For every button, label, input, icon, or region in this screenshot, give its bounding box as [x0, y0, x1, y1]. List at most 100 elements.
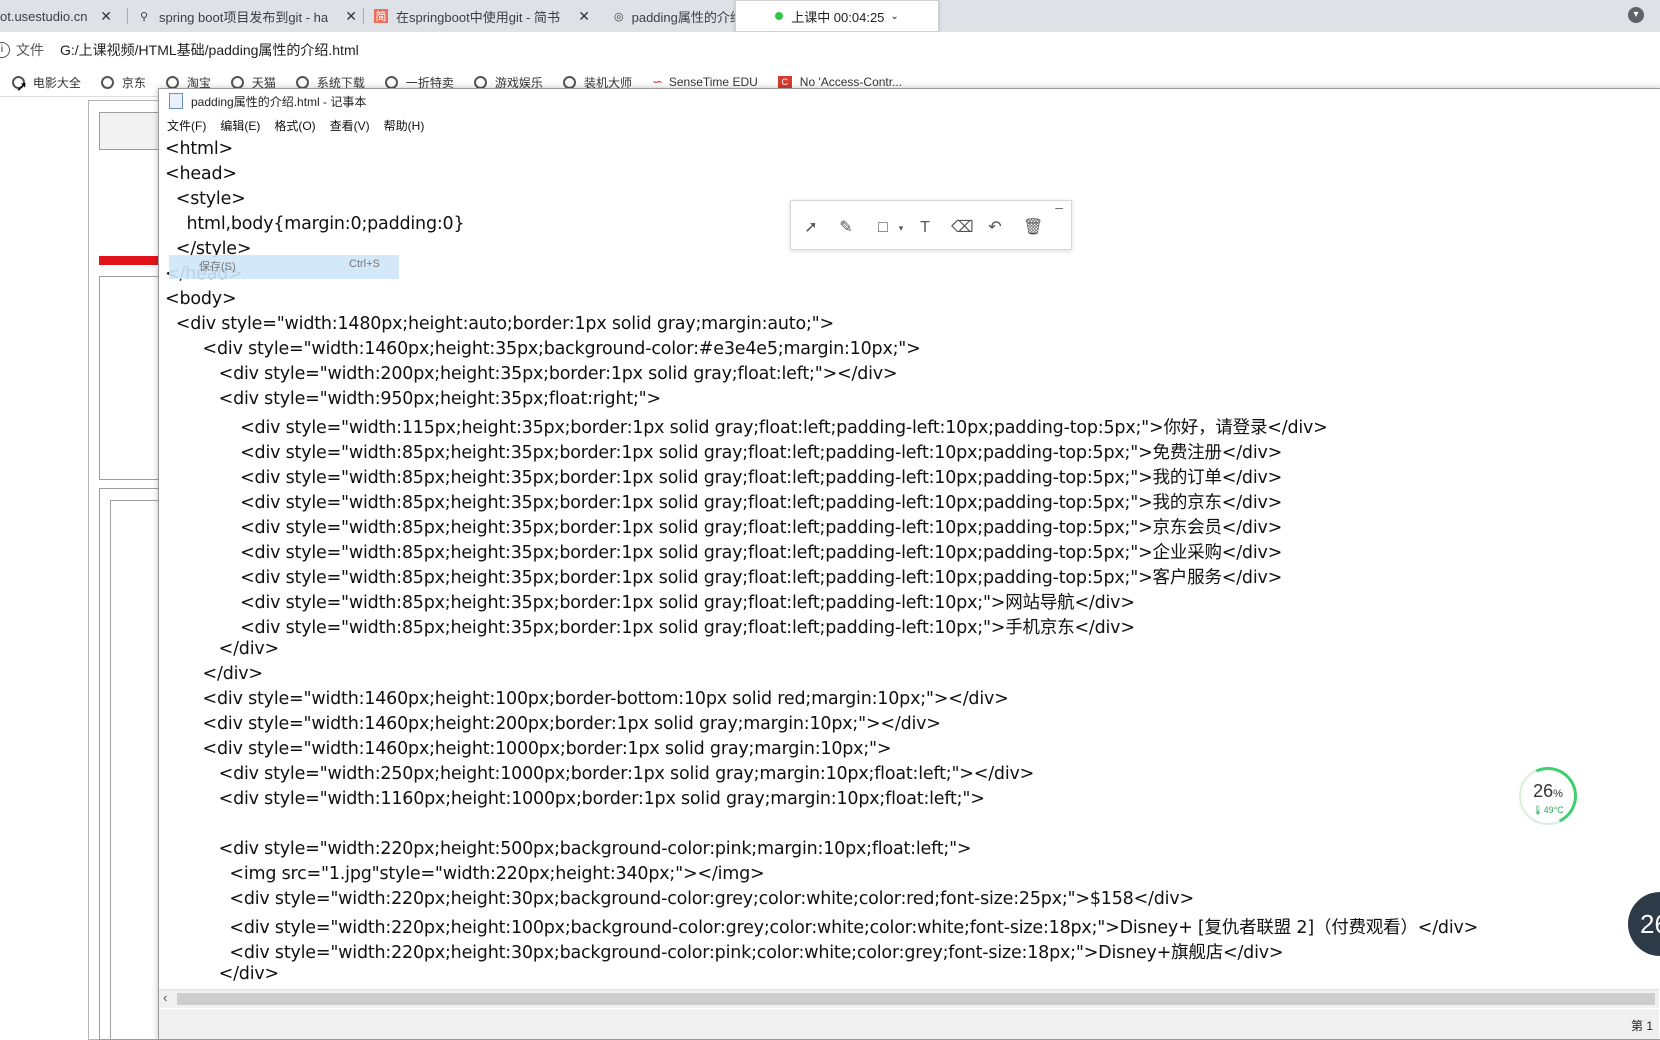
code-line: <div style="width:1460px;height:35px;bac… — [165, 339, 921, 359]
page-top-bar — [99, 112, 161, 150]
tab-title: 在springboot中使用git - 简书 — [396, 9, 560, 25]
globe-icon: ◎ — [614, 10, 624, 23]
rectangle-icon[interactable]: □ — [873, 219, 893, 237]
fading-save-menu-item[interactable]: 保存(S) Ctrl+S — [169, 255, 399, 279]
code-editor[interactable]: <html> <head> <style> html,body{margin:0… — [165, 139, 1655, 1009]
notepad-title-bar[interactable]: padding属性的介绍.html - 记事本 — [159, 89, 1660, 113]
code-line: <div style="width:1460px;height:1000px;b… — [165, 739, 892, 759]
timer-text: 上课中 00:04:25 — [791, 9, 885, 25]
notepad-menu-bar: 文件(F) 编辑(E) 格式(O) 查看(V) 帮助(H) — [159, 114, 1660, 136]
notepad-title: padding属性的介绍.html - 记事本 — [191, 94, 367, 109]
code-line: <div style="width:85px;height:35px;borde… — [165, 593, 1135, 613]
code-line: <div style="width:220px;height:100px;bac… — [165, 918, 1479, 938]
code-line: <div style="width:85px;height:35px;borde… — [165, 468, 1283, 488]
code-line: <div style="width:85px;height:35px;borde… — [165, 518, 1283, 538]
page-banner-box — [99, 276, 161, 480]
code-line: <div style="width:220px;height:500px;bac… — [165, 839, 972, 859]
bookmark-label: 电影大全 — [32, 75, 81, 90]
bubble-text: 26 — [1640, 909, 1660, 939]
code-line: <div style="width:220px;height:30px;back… — [165, 889, 1194, 909]
link-icon: ⚲ — [139, 10, 149, 23]
tab-padding-active[interactable]: ◎ padding属性的介绍 — [614, 0, 739, 32]
percent-unit: % — [1553, 788, 1563, 800]
code-line: </div> — [165, 964, 280, 984]
annotation-toolbar: – ➚ ✎ □ ▾ T ⌫ ↶ 🗑 — [790, 199, 1072, 250]
temperature-value: 49°C — [1543, 805, 1564, 815]
save-menu-label: 保存(S) — [199, 261, 236, 273]
jianshu-icon: 简 — [374, 9, 388, 23]
temperature-readout: 🌡49°C — [1521, 805, 1575, 816]
bookmark-item[interactable]: 京东 — [100, 74, 146, 91]
scrollbar-thumb[interactable] — [177, 993, 1655, 1005]
address-bar[interactable]: i 文件 G:/上课视频/HTML基础/padding属性的介绍.html — [0, 32, 1660, 68]
code-line: <html> — [165, 139, 233, 159]
code-line: <div style="width:950px;height:35px;floa… — [165, 389, 662, 409]
tab-separator — [363, 8, 364, 24]
globe-icon — [473, 75, 487, 89]
close-icon[interactable]: ✕ — [578, 8, 590, 25]
percent-value: 26 — [1533, 781, 1554, 801]
tab-jianshu[interactable]: 简 在springboot中使用git - 简书 ✕ — [374, 0, 596, 32]
notepad-icon — [169, 93, 183, 109]
code-line: <div style="width:85px;height:35px;borde… — [165, 543, 1283, 563]
code-line: <div style="width:1160px;height:1000px;b… — [165, 789, 985, 809]
code-line: </div> — [165, 664, 264, 684]
trash-icon[interactable]: 🗑 — [1023, 219, 1043, 237]
menu-view[interactable]: 查看(V) — [330, 117, 370, 134]
tab-separator — [127, 8, 128, 24]
code-line: html,body{margin:0;padding:0} — [165, 214, 465, 234]
page-red-divider — [99, 256, 159, 265]
tab-usestudio[interactable]: ot.usestudio.cn ✕ — [0, 0, 118, 32]
code-line: <div style="width:115px;height:35px;bord… — [165, 418, 1328, 438]
scroll-left-icon[interactable]: ‹ — [163, 990, 167, 1005]
tab-title: ot.usestudio.cn — [0, 8, 88, 24]
text-icon[interactable]: T — [915, 219, 935, 237]
menu-format[interactable]: 格式(O) — [274, 117, 315, 134]
cpu-percent: 26% — [1521, 781, 1575, 802]
code-line: <div style="width:85px;height:35px;borde… — [165, 618, 1135, 638]
globe-icon — [562, 75, 576, 89]
pen-icon[interactable]: ✎ — [836, 219, 856, 237]
globe-icon — [100, 75, 114, 89]
minimize-icon[interactable]: – — [1055, 199, 1063, 215]
menu-edit[interactable]: 编辑(E) — [220, 117, 260, 134]
close-icon[interactable]: ✕ — [100, 8, 112, 25]
save-shortcut-label: Ctrl+S — [349, 258, 380, 270]
close-icon[interactable]: ✕ — [341, 8, 357, 25]
profile-icon[interactable]: ▾ — [1628, 7, 1644, 23]
address-scheme-label: 文件 — [16, 42, 44, 58]
globe-icon — [295, 75, 309, 89]
page-left-column — [110, 500, 161, 1040]
code-line: <div style="width:85px;height:35px;borde… — [165, 493, 1283, 513]
thermometer-icon: 🌡 — [1532, 805, 1544, 815]
address-path[interactable]: G:/上课视频/HTML基础/padding属性的介绍.html — [60, 40, 359, 60]
select-arrow-icon[interactable]: ➚ — [801, 219, 821, 237]
menu-file[interactable]: 文件(F) — [167, 117, 206, 134]
class-timer[interactable]: 上课中 00:04:25 ⌄ — [735, 0, 939, 32]
code-line: <div style="width:220px;height:30px;back… — [165, 943, 1284, 963]
bookmark-label: 京东 — [121, 75, 146, 90]
code-line: <head> — [165, 164, 237, 184]
globe-icon — [384, 75, 398, 89]
chevron-down-icon[interactable]: ⌄ — [890, 11, 898, 22]
undo-icon[interactable]: ↶ — [985, 219, 1005, 237]
code-line: <img src="1.jpg"style="width:220px;heigh… — [165, 864, 765, 884]
code-line: <style> — [165, 189, 246, 209]
tab-title: padding属性的介绍 — [631, 9, 739, 25]
eraser-icon[interactable]: ⌫ — [951, 219, 974, 237]
bookmark-item[interactable]: C No 'Access-Contr... — [777, 75, 902, 89]
tab-title: spring boot项目发布到git - ha — [159, 9, 329, 25]
globe-icon — [165, 75, 179, 89]
info-icon[interactable]: i — [0, 42, 10, 58]
code-line: <div style="width:1480px;height:auto;bor… — [165, 314, 834, 334]
tab-spring-boot-git[interactable]: ⚲ spring boot项目发布到git - ha ✕ — [137, 0, 357, 32]
globe-icon — [230, 75, 244, 89]
horizontal-scrollbar[interactable]: ‹ — [159, 989, 1659, 1008]
menu-help[interactable]: 帮助(H) — [384, 117, 425, 134]
chevron-down-icon[interactable]: ▾ — [891, 219, 911, 237]
performance-gauge[interactable]: 26% 🌡49°C — [1510, 758, 1586, 834]
code-line: </div> — [165, 639, 280, 659]
code-line: <div style="width:200px;height:35px;bord… — [165, 364, 898, 384]
code-line: <div style="width:1460px;height:100px;bo… — [165, 689, 1009, 709]
mouse-cursor-icon: ➚ — [16, 78, 28, 94]
